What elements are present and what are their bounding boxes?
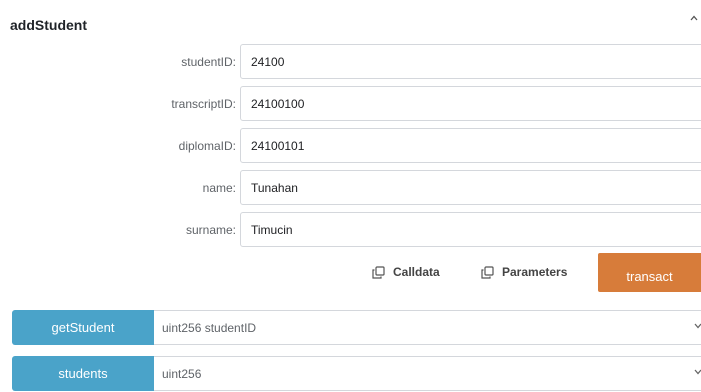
param-row-diplomaid: diplomaID: [0,128,701,165]
param-label-surname: surname: [185,223,236,237]
copy-icon [481,265,494,279]
copy-icon [372,265,385,279]
param-label-transcriptid: transcriptID: [171,97,236,111]
surname-input[interactable] [240,212,701,247]
param-row-transcriptid: transcriptID: [0,86,701,123]
calldata-button[interactable]: Calldata [372,257,440,287]
calldata-label: Calldata [393,265,440,279]
transcriptid-input[interactable] [240,86,701,121]
collapse-chevron-up-icon[interactable] [690,12,698,24]
parameters-label: Parameters [502,265,568,279]
param-row-name: name: [0,170,701,207]
expand-chevron-down-icon[interactable] [694,367,701,378]
expand-chevron-down-icon[interactable] [694,321,701,332]
diplomaid-input[interactable] [240,128,701,163]
param-label-diplomaid: diplomaID: [178,139,236,153]
getstudent-input[interactable] [154,310,701,345]
transact-button[interactable]: transact [598,253,701,292]
name-input[interactable] [240,170,701,205]
param-row-surname: surname: [0,212,701,249]
function-title: addStudent [10,17,87,33]
param-label-name: name: [202,181,236,195]
parameters-button[interactable]: Parameters [481,257,567,287]
studentid-input[interactable] [240,44,701,79]
call-row-getstudent: getStudent [12,310,701,346]
param-label-studentid: studentID: [181,55,236,69]
students-input[interactable] [154,356,701,391]
getstudent-button[interactable]: getStudent [12,310,154,345]
students-button[interactable]: students [12,356,154,391]
param-row-studentid: studentID: [0,44,701,81]
